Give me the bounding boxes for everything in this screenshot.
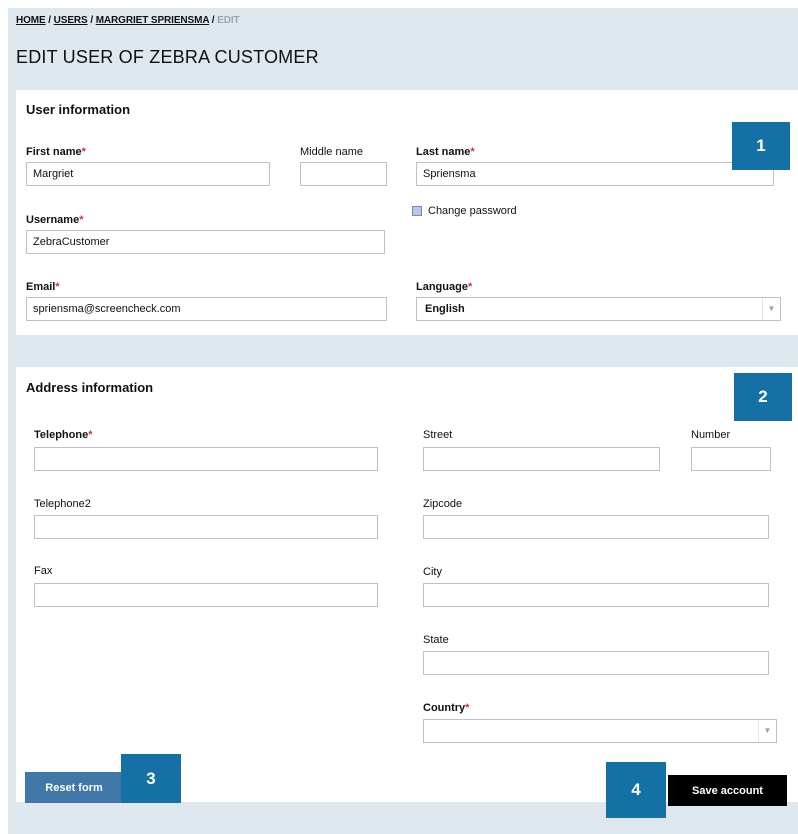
language-label: Language* [416,281,472,293]
required-marker: * [88,429,93,441]
country-label-text: Country [423,702,466,714]
required-marker: * [79,214,84,226]
chevron-down-icon: ▼ [758,720,776,742]
address-information-panel: Address information Telephone* Telephone… [16,367,798,802]
telephone-label: Telephone* [34,429,92,441]
city-label: City [423,566,442,578]
telephone2-input[interactable] [34,515,378,539]
email-label: Email* [26,281,60,293]
last-name-input[interactable] [416,162,774,186]
breadcrumb-user-link[interactable]: MARGRIET SPRIENSMA [96,15,209,26]
save-account-button[interactable]: Save account [668,775,787,806]
section-title-address-information: Address information [26,380,154,395]
email-label-text: Email [26,281,56,293]
language-select-value: English [425,303,465,315]
required-marker: * [81,146,86,158]
chevron-down-icon: ▼ [762,298,780,320]
breadcrumb-separator: / [48,15,51,26]
fax-input[interactable] [34,583,378,607]
first-name-label-text: First name [26,146,82,158]
telephone-label-text: Telephone [34,429,89,441]
username-input[interactable] [26,230,385,254]
language-label-text: Language [416,281,468,293]
city-input[interactable] [423,583,769,607]
required-marker: * [470,146,475,158]
callout-badge-2: 2 [734,373,792,421]
required-marker: * [467,281,473,293]
fax-label: Fax [34,565,53,577]
middle-name-label: Middle name [300,146,363,158]
country-select[interactable]: ▼ [423,719,777,743]
language-select[interactable]: English ▼ [416,297,781,321]
callout-badge-3: 3 [121,754,181,803]
breadcrumb-current: EDIT [217,15,240,26]
telephone-input[interactable] [34,447,378,471]
middle-name-input[interactable] [300,162,387,186]
street-input[interactable] [423,447,660,471]
first-name-input[interactable] [26,162,270,186]
breadcrumb-home-link[interactable]: HOME [16,15,46,26]
username-label-text: Username [26,214,80,226]
telephone2-label: Telephone2 [34,498,91,510]
required-marker: * [465,702,470,714]
change-password-checkbox[interactable] [412,206,422,216]
number-input[interactable] [691,447,771,471]
change-password-label[interactable]: Change password [428,205,517,217]
state-label: State [423,634,449,646]
last-name-label-text: Last name [416,146,471,158]
username-label: Username* [26,214,83,226]
street-label: Street [423,429,453,441]
callout-badge-4: 4 [606,762,666,818]
breadcrumb: HOME / USERS / MARGRIET SPRIENSMA / EDIT [16,15,240,26]
user-information-panel: User information First name* Middle name… [16,90,798,335]
last-name-label: Last name* [416,146,475,158]
breadcrumb-users-link[interactable]: USERS [54,15,88,26]
page-title: EDIT USER OF ZEBRA CUSTOMER [16,47,319,67]
number-label: Number [691,429,731,441]
breadcrumb-separator: / [90,15,94,26]
required-marker: * [55,281,60,293]
state-input[interactable] [423,651,769,675]
first-name-label: First name* [26,146,86,158]
email-input[interactable] [26,297,387,321]
zipcode-input[interactable] [423,515,769,539]
callout-badge-1: 1 [732,122,790,170]
breadcrumb-separator: / [211,15,215,26]
zipcode-label: Zipcode [423,498,463,510]
section-title-user-information: User information [26,102,131,117]
reset-form-button[interactable]: Reset form [25,772,123,803]
country-label: Country* [423,702,469,714]
